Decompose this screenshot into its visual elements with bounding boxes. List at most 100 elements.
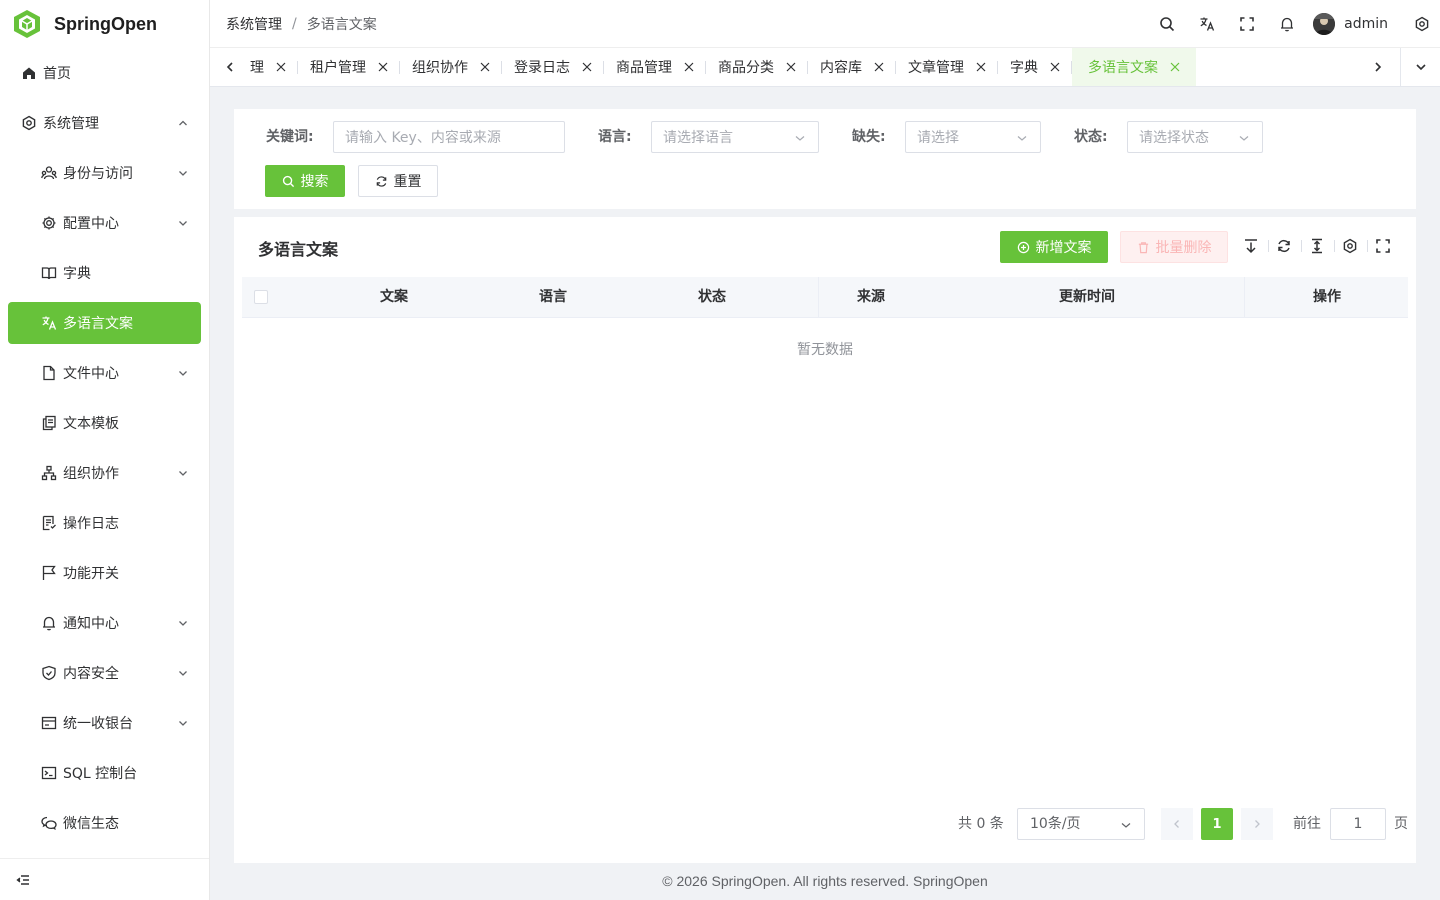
tab[interactable]: 商品管理 <box>604 48 706 86</box>
tab[interactable]: 内容库 <box>808 48 896 86</box>
close-icon[interactable] <box>480 62 490 72</box>
column-header-language[interactable]: 语言 <box>481 277 625 317</box>
tabs-scroll-left[interactable] <box>218 48 242 86</box>
logo[interactable]: SpringOpen <box>0 0 209 48</box>
status-select[interactable]: 请选择状态 <box>1127 121 1263 153</box>
keyword-input[interactable]: 请输入 Key、内容或来源 <box>333 121 565 153</box>
refresh-button[interactable] <box>1276 238 1292 254</box>
export-button[interactable] <box>1243 238 1259 254</box>
sidebar-item-content-security[interactable]: 内容安全 <box>0 648 209 698</box>
tabs-scroll-right[interactable] <box>1366 48 1390 86</box>
missing-label: 缺失: <box>852 129 886 145</box>
tab-active[interactable]: 多语言文案 <box>1072 48 1196 86</box>
sidebar-item-system[interactable]: 系统管理 <box>0 98 209 148</box>
language-select[interactable]: 请选择语言 <box>651 121 819 153</box>
fullscreen-button[interactable] <box>1227 0 1267 48</box>
sidebar-item-label: 首页 <box>43 66 71 82</box>
chevron-down-icon <box>1017 136 1027 141</box>
column-header-status[interactable]: 状态 <box>640 277 784 317</box>
toolbar-divider <box>1301 240 1302 252</box>
collapse-menu-icon <box>16 874 29 885</box>
tab[interactable]: 字典 <box>998 48 1072 86</box>
tab[interactable]: 登录日志 <box>502 48 604 86</box>
sidebar-item-notification[interactable]: 通知中心 <box>0 598 209 648</box>
density-button[interactable] <box>1309 238 1325 254</box>
search-button[interactable]: 搜索 <box>265 165 345 197</box>
user-menu[interactable]: admin <box>1313 13 1398 35</box>
close-icon[interactable] <box>378 62 388 72</box>
sidebar-item-label: 字典 <box>63 266 91 282</box>
chevron-left-icon <box>226 62 233 72</box>
page-size-select[interactable]: 10条/页 <box>1017 808 1145 840</box>
tab-label: 内容库 <box>820 60 862 76</box>
next-page-button[interactable] <box>1241 808 1273 840</box>
language-button[interactable] <box>1187 0 1227 48</box>
close-icon[interactable] <box>1050 62 1060 72</box>
column-header-source[interactable]: 来源 <box>799 277 943 317</box>
translate-icon <box>1200 17 1215 31</box>
tab[interactable]: 商品分类 <box>706 48 808 86</box>
table-panel: 多语言文案 新增文案 批量删除 文案 语言 状态 来源 更新时间 操作 暂无数据… <box>234 217 1416 863</box>
breadcrumb-current: 多语言文案 <box>306 16 377 33</box>
config-icon <box>41 215 57 231</box>
sidebar-item-dictionary[interactable]: 字典 <box>0 248 209 298</box>
users-icon <box>41 165 57 181</box>
sidebar-item-home[interactable]: 首页 <box>0 48 209 98</box>
chevron-right-icon <box>1255 820 1260 828</box>
column-header-text[interactable]: 文案 <box>322 277 466 317</box>
page-number-active[interactable]: 1 <box>1201 808 1233 840</box>
close-icon[interactable] <box>582 62 592 72</box>
sidebar-item-label: 统一收银台 <box>63 716 133 732</box>
notification-button[interactable] <box>1267 0 1307 48</box>
missing-select[interactable]: 请选择 <box>905 121 1041 153</box>
sidebar-item-feature-flags[interactable]: 功能开关 <box>0 548 209 598</box>
copy-icon <box>41 415 57 431</box>
status-label: 状态: <box>1074 129 1108 145</box>
sidebar-item-identity[interactable]: 身份与访问 <box>0 148 209 198</box>
sidebar-item-sql-console[interactable]: SQL 控制台 <box>0 748 209 798</box>
tab[interactable]: 理 <box>250 48 298 86</box>
settings-button[interactable] <box>1404 0 1440 48</box>
tab[interactable]: 组织协作 <box>400 48 502 86</box>
close-icon[interactable] <box>684 62 694 72</box>
close-icon[interactable] <box>976 62 986 72</box>
tab[interactable]: 文章管理 <box>896 48 998 86</box>
close-icon[interactable] <box>874 62 884 72</box>
batch-delete-button[interactable]: 批量删除 <box>1120 231 1228 263</box>
close-icon[interactable] <box>276 62 286 72</box>
chevron-left-icon <box>1174 820 1179 828</box>
goto-page-input[interactable]: 1 <box>1330 808 1386 840</box>
footer: © 2026 SpringOpen. All rights reserved. … <box>662 873 988 889</box>
batch-delete-button-label: 批量删除 <box>1155 240 1212 256</box>
close-icon[interactable] <box>786 62 796 72</box>
breadcrumb-item[interactable]: 系统管理 <box>226 14 282 34</box>
sidebar-item-cashier[interactable]: 统一收银台 <box>0 698 209 748</box>
sidebar-item-text-template[interactable]: 文本模板 <box>0 398 209 448</box>
top-header: 系统管理 / 多语言文案 admin <box>210 0 1440 48</box>
sidebar-item-label: 组织协作 <box>63 466 119 482</box>
sidebar-item-op-log[interactable]: 操作日志 <box>0 498 209 548</box>
column-header-updated-at[interactable]: 更新时间 <box>987 277 1187 317</box>
search-button[interactable] <box>1147 0 1187 48</box>
sidebar-item-config[interactable]: 配置中心 <box>0 198 209 248</box>
file-icon <box>41 365 57 381</box>
sidebar-item-org[interactable]: 组织协作 <box>0 448 209 498</box>
column-settings-button[interactable] <box>1342 238 1358 254</box>
prev-page-button[interactable] <box>1161 808 1193 840</box>
sidebar-item-wechat[interactable]: 微信生态 <box>0 798 209 848</box>
tabs-more-button[interactable] <box>1400 48 1440 86</box>
reset-button[interactable]: 重置 <box>358 165 438 197</box>
select-all-checkbox[interactable] <box>254 290 268 304</box>
wechat-icon <box>41 815 57 831</box>
sidebar-item-files[interactable]: 文件中心 <box>0 348 209 398</box>
table-fullscreen-button[interactable] <box>1375 238 1391 254</box>
gear-icon <box>1415 16 1429 32</box>
status-placeholder: 请选择状态 <box>1139 130 1209 146</box>
tab[interactable]: 租户管理 <box>298 48 400 86</box>
sidebar-collapse-button[interactable] <box>0 858 209 900</box>
chevron-down-icon <box>179 671 187 676</box>
close-icon[interactable] <box>1170 62 1180 72</box>
sidebar-item-label: 系统管理 <box>43 116 99 132</box>
sidebar-item-i18n[interactable]: 多语言文案 <box>8 302 201 344</box>
add-text-button[interactable]: 新增文案 <box>1000 231 1108 263</box>
